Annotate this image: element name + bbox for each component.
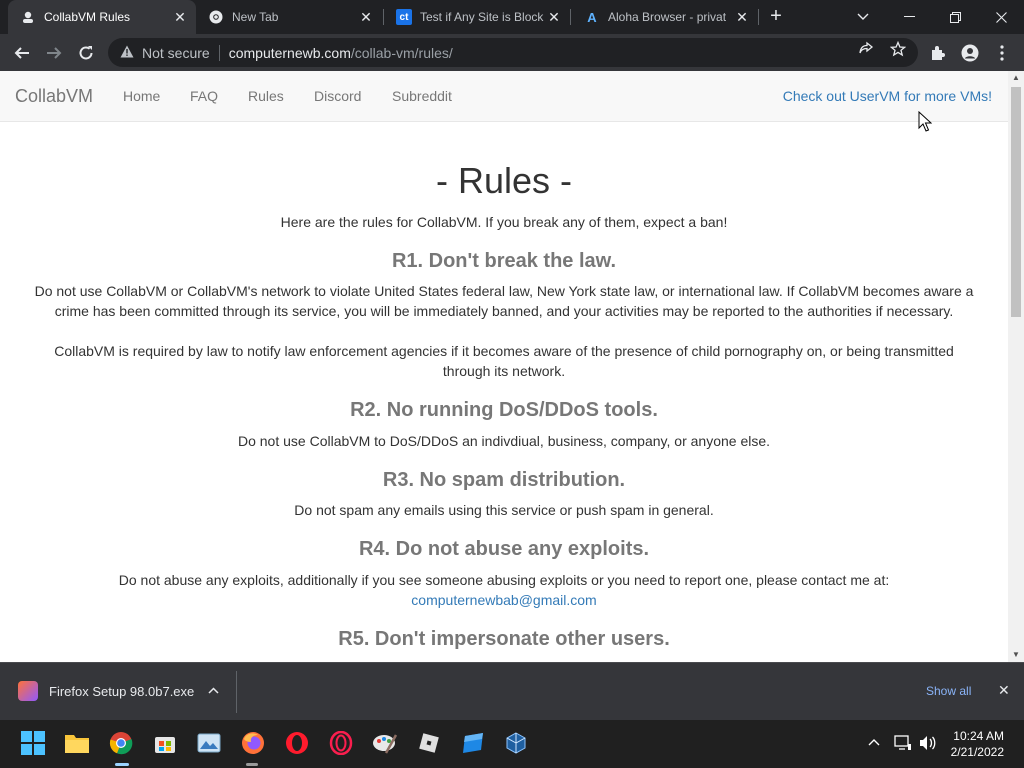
rule-text-r2: Do not use CollabVM to DoS/DDoS an indiv… <box>237 433 771 449</box>
file-explorer-icon[interactable] <box>64 730 90 756</box>
rule-text-r4-body: Do not abuse any exploits, additionally … <box>118 572 890 588</box>
url-path: /collab-vm/rules/ <box>350 44 453 61</box>
volume-icon[interactable] <box>919 735 937 754</box>
opera-icon[interactable] <box>284 730 310 756</box>
bookmark-star-icon[interactable] <box>889 40 907 59</box>
reload-button[interactable] <box>72 39 100 67</box>
chevron-up-icon[interactable] <box>208 685 219 697</box>
close-tab-icon[interactable]: ✕ <box>356 7 376 27</box>
ct-icon: ct <box>396 9 412 25</box>
page-title: - Rules - <box>435 160 573 201</box>
scroll-up-arrow-icon[interactable]: ▲ <box>1008 71 1024 85</box>
rule-text-r3: Do not spam any emails using this servic… <box>294 502 714 518</box>
close-tab-icon[interactable]: ✕ <box>732 7 752 27</box>
rule-text-r1-a: Do not use CollabVM or CollabVM's networ… <box>34 283 974 319</box>
nav-rules[interactable]: Rules <box>248 88 284 104</box>
chrome-icon <box>208 9 224 25</box>
shelf-divider <box>236 671 237 713</box>
clock-date: 2/21/2022 <box>950 745 1004 759</box>
new-tab-button[interactable]: + <box>764 5 788 29</box>
profile-icon[interactable] <box>956 39 984 67</box>
forward-arrow-icon <box>47 47 62 59</box>
tab-site-block-test[interactable]: ct Test if Any Site is Block ✕ <box>384 0 570 34</box>
url-host: computernewb.com <box>228 44 351 61</box>
extensions-icon[interactable] <box>924 39 952 67</box>
tab-separator <box>758 9 759 25</box>
nav-discord[interactable]: Discord <box>314 88 361 104</box>
firefox-installer-icon <box>18 681 38 701</box>
page-scrollbar[interactable]: ▲ ▼ <box>1008 71 1024 662</box>
close-tab-icon[interactable]: ✕ <box>170 7 190 27</box>
nav-faq[interactable]: FAQ <box>190 88 218 104</box>
tab-strip: CollabVM Rules ✕ New Tab ✕ ct Test if An… <box>0 0 1024 34</box>
scroll-down-arrow-icon[interactable]: ▼ <box>1008 648 1024 662</box>
azure-app-icon[interactable] <box>460 730 486 756</box>
browser-toolbar: Not secure computernewb.com/collab-vm/ru… <box>0 34 1024 71</box>
close-tab-icon[interactable]: ✕ <box>544 7 564 27</box>
menu-kebab-icon[interactable] <box>988 39 1016 67</box>
rule-heading-r3: R3. No spam distribution. <box>382 469 626 491</box>
download-item[interactable]: Firefox Setup 98.0b7.exe <box>18 681 219 701</box>
virtualbox-icon[interactable] <box>503 730 529 756</box>
tab-title: Test if Any Site is Block <box>420 10 544 24</box>
security-label: Not secure <box>142 44 210 61</box>
download-shelf: Firefox Setup 98.0b7.exe Show all ✕ <box>0 662 1024 720</box>
chevron-up-tray-icon[interactable] <box>868 734 880 749</box>
nav-home[interactable]: Home <box>123 88 160 104</box>
firefox-icon[interactable] <box>240 730 266 756</box>
reload-icon <box>79 46 93 60</box>
page-viewport: CollabVM Home FAQ Rules Discord Subreddi… <box>0 71 1008 662</box>
aloha-icon: A <box>587 9 597 25</box>
warning-icon <box>120 45 136 61</box>
scrollbar-thumb[interactable] <box>1011 87 1021 317</box>
tab-title: Aloha Browser - privat <box>608 10 727 24</box>
clock-time: 10:24 AM <box>953 729 1004 743</box>
address-divider <box>218 44 220 61</box>
share-icon[interactable] <box>857 41 875 59</box>
close-shelf-icon[interactable]: ✕ <box>998 682 1010 699</box>
intro-text: Here are the rules for CollabVM. If you … <box>280 214 728 230</box>
mouse-cursor-icon <box>918 111 932 132</box>
tab-separator <box>570 9 571 25</box>
collabvm-icon <box>20 9 36 25</box>
tab-search-icon[interactable] <box>840 0 886 34</box>
tab-collabvm-rules[interactable]: CollabVM Rules ✕ <box>8 0 196 34</box>
tab-new-tab[interactable]: New Tab ✕ <box>196 0 382 34</box>
download-filename: Firefox Setup 98.0b7.exe <box>49 683 195 699</box>
site-navbar: CollabVM Home FAQ Rules Discord Subreddi… <box>0 71 1008 122</box>
back-button[interactable] <box>8 39 36 67</box>
rule-heading-r4: R4. Do not abuse any exploits. <box>358 538 650 560</box>
microsoft-store-icon[interactable] <box>152 730 178 756</box>
rule-text-r1-b: CollabVM is required by law to notify la… <box>54 343 954 379</box>
windows-taskbar: 10:24 AM 2/21/2022 <box>0 720 1024 768</box>
rule-heading-r2: R2. No running DoS/DDoS tools. <box>350 399 658 421</box>
rule-text-r4: Do not abuse any exploits, additionally … <box>30 570 978 610</box>
close-window-button[interactable] <box>978 0 1024 34</box>
minimize-button[interactable] <box>886 0 932 34</box>
taskbar-clock[interactable]: 10:24 AM 2/21/2022 <box>951 728 1004 760</box>
rule-heading-r1: R1. Don't break the law. <box>391 250 617 272</box>
site-brand[interactable]: CollabVM <box>15 86 93 107</box>
running-app-indicator <box>246 763 258 766</box>
opera-gx-icon[interactable] <box>328 730 354 756</box>
forward-button[interactable] <box>40 39 68 67</box>
chrome-taskbar-icon[interactable] <box>108 730 134 756</box>
network-icon[interactable] <box>894 735 912 754</box>
photos-app-icon[interactable] <box>196 730 222 756</box>
active-app-indicator <box>115 763 129 766</box>
tab-aloha-browser[interactable]: A Aloha Browser - privat ✕ <box>572 0 758 34</box>
show-all-button[interactable]: Show all <box>926 684 971 698</box>
roblox-icon[interactable] <box>416 730 442 756</box>
tab-title: CollabVM Rules <box>44 10 131 24</box>
restore-button[interactable] <box>932 0 978 34</box>
tab-title: New Tab <box>232 10 279 24</box>
address-bar[interactable]: Not secure computernewb.com/collab-vm/ru… <box>108 38 918 67</box>
windows-start-icon[interactable] <box>20 730 46 756</box>
contact-email-link[interactable]: computernewbab@gmail.com <box>411 592 596 608</box>
nav-subreddit[interactable]: Subreddit <box>392 88 452 104</box>
uservm-link[interactable]: Check out UserVM for more VMs! <box>783 88 992 104</box>
rule-heading-r5: R5. Don't impersonate other users. <box>338 628 670 650</box>
back-arrow-icon <box>14 47 29 59</box>
paint-app-icon[interactable] <box>372 730 398 756</box>
